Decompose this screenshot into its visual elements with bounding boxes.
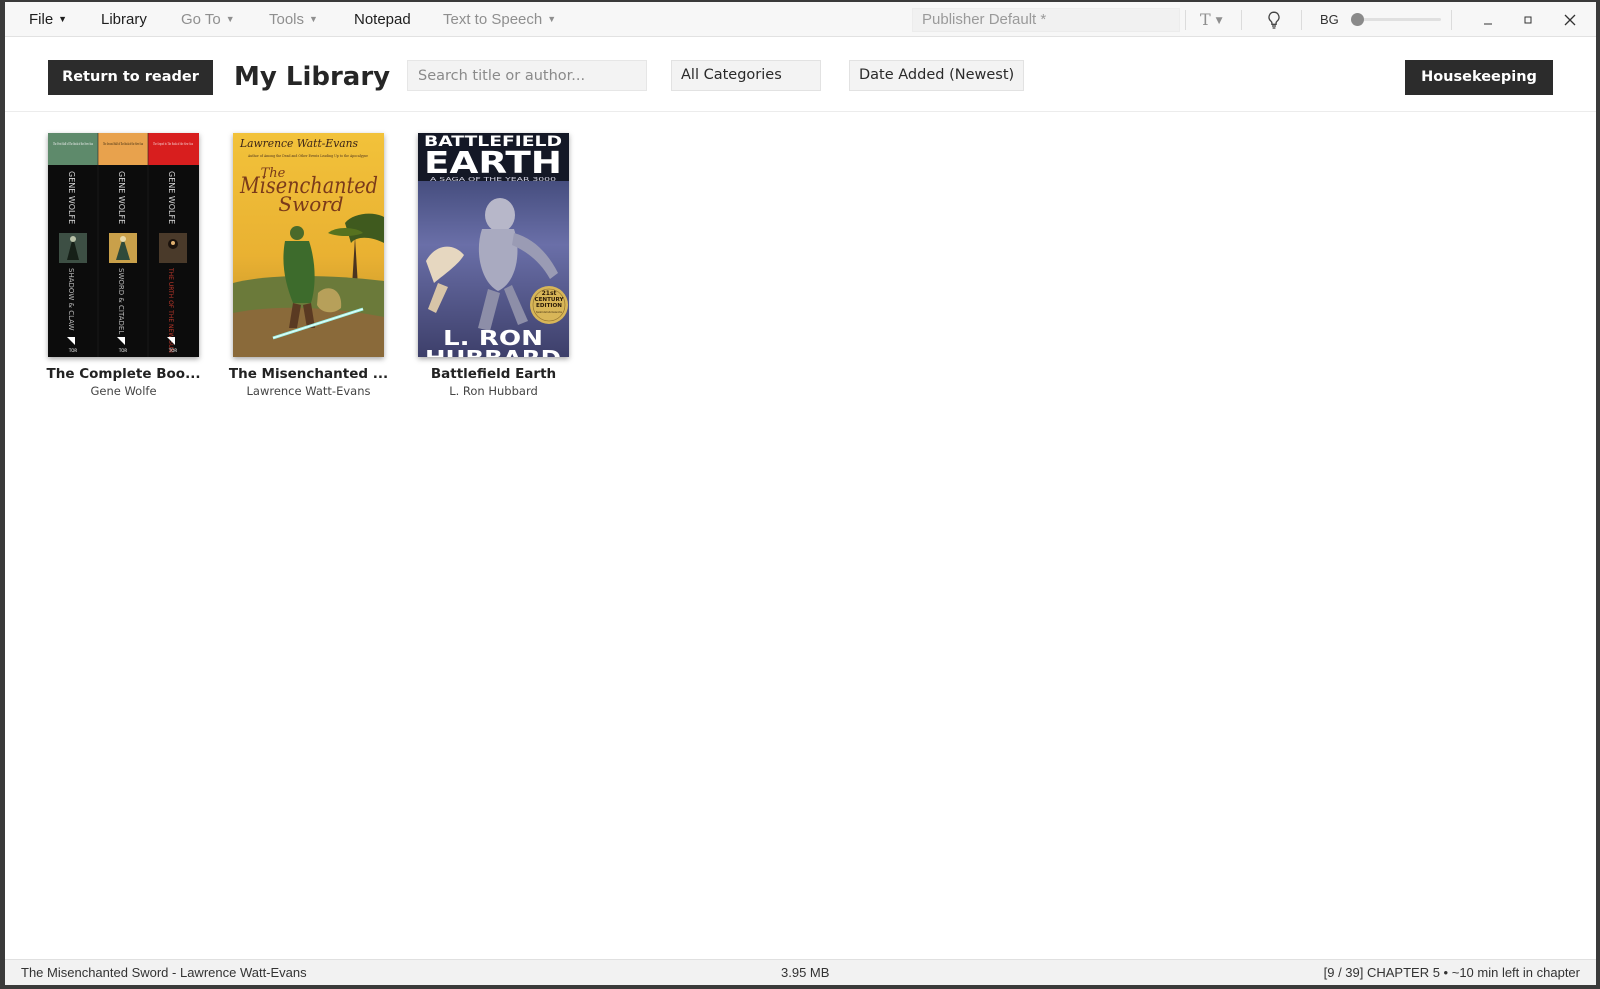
category-select[interactable]: All Categories (671, 60, 821, 91)
badge-note: Expanded Content Author Interview Archiv… (536, 310, 562, 314)
caret-down-icon: ▼ (547, 14, 557, 24)
divider (1451, 10, 1452, 30)
badge-text: EDITION (536, 303, 562, 309)
sort-select[interactable]: Date Added (Newest) (849, 60, 1024, 91)
book-title: The Misenchanted ... (228, 366, 389, 382)
search-input[interactable] (407, 60, 647, 91)
menu-library[interactable]: Library (101, 2, 147, 37)
menu-tools-label: Tools (269, 11, 305, 28)
publisher-mark: TOR (118, 348, 128, 353)
menu-tts-label: Text to Speech (443, 11, 543, 28)
book-cover[interactable]: BATTLEFIELD EARTH A SAGA OF THE YEAR 300… (418, 133, 569, 357)
menu-file-label: File (29, 11, 54, 28)
font-icon: T (1200, 10, 1211, 29)
close-icon (1564, 14, 1576, 25)
library-toolbar: Return to reader My Library All Categori… (5, 37, 1596, 112)
cover-title: Sword (278, 192, 343, 216)
maximize-icon (1524, 16, 1532, 23)
spine-author: GENE WOLFE (67, 171, 76, 224)
app-window: File ▼ Library Go To ▼ Tools ▼ Notepad Text… (5, 2, 1596, 985)
housekeeping-button[interactable]: Housekeeping (1405, 60, 1553, 95)
cover-blurb: The First Half of The Book of the New Su… (53, 141, 93, 146)
page-title: My Library (234, 62, 391, 92)
publisher-style-select[interactable]: Publisher Default * (912, 8, 1180, 32)
caret-down-icon: ▼ (1215, 16, 1223, 26)
book-title: The Complete Boo... (46, 366, 201, 382)
status-file-size: 3.95 MB (781, 965, 830, 980)
menu-notepad[interactable]: Notepad (354, 2, 411, 37)
menu-tools[interactable]: Tools ▼ (269, 2, 318, 37)
spine-title: SHADOW & CLAW (67, 268, 75, 331)
spine-title: SWORD & CITADEL (117, 268, 125, 334)
menu-bar: File ▼ Library Go To ▼ Tools ▼ Notepad Text… (5, 2, 1596, 37)
divider (1241, 10, 1242, 30)
divider (1301, 10, 1302, 30)
divider (1185, 10, 1186, 30)
bg-slider-track[interactable] (1353, 18, 1441, 21)
caret-down-icon: ▼ (225, 14, 235, 24)
menu-text-to-speech[interactable]: Text to Speech ▼ (443, 2, 556, 37)
cover-blurb: Author of Among the Dead and Other Event… (247, 154, 368, 158)
caret-down-icon: ▼ (58, 14, 68, 24)
minimize-icon (1484, 23, 1492, 24)
cover-blurb: The Second Half of The Book of the New S… (103, 141, 143, 146)
font-settings-button[interactable]: T ▼ (1200, 2, 1223, 37)
bg-label: BG (1320, 12, 1339, 27)
cover-subtitle: A SAGA OF THE YEAR 3000 (430, 177, 556, 183)
badge-text: 21st (542, 290, 557, 297)
cover-title: EARTH (424, 146, 562, 181)
spine-author: GENE WOLFE (117, 171, 126, 224)
publisher-mark: TOR (168, 348, 178, 353)
menu-goto[interactable]: Go To ▼ (181, 2, 235, 37)
maximize-button[interactable] (1508, 2, 1548, 37)
minimize-button[interactable] (1468, 2, 1508, 37)
cover-author: Lawrence Watt-Evans (239, 137, 358, 150)
cover-blurb: The Sequel to The Book of the New Sun (153, 141, 193, 146)
close-button[interactable] (1550, 2, 1590, 37)
book-cover[interactable]: The First Half of The Book of the New Su… (48, 133, 199, 357)
spine-author: GENE WOLFE (167, 171, 176, 224)
publisher-mark: TOR (68, 348, 78, 353)
menu-file[interactable]: File ▼ (29, 2, 67, 37)
bg-slider-handle[interactable] (1351, 13, 1364, 26)
book-author: L. Ron Hubbard (449, 384, 538, 398)
book-author: Gene Wolfe (90, 384, 157, 398)
menu-goto-label: Go To (181, 11, 221, 28)
lightbulb-icon[interactable] (1267, 11, 1281, 29)
status-bar: The Misenchanted Sword - Lawrence Watt-E… (5, 959, 1596, 985)
status-current-book: The Misenchanted Sword - Lawrence Watt-E… (21, 965, 307, 980)
status-progress: [9 / 39] CHAPTER 5 • ~10 min left in cha… (1323, 965, 1580, 980)
caret-down-icon: ▼ (309, 14, 318, 24)
book-author: Lawrence Watt-Evans (246, 384, 371, 398)
cover-author: HUBBARD (425, 346, 561, 357)
book-cover[interactable]: Lawrence Watt-Evans Author of Among the … (233, 133, 384, 357)
book-title: Battlefield Earth (430, 366, 557, 382)
return-to-reader-button[interactable]: Return to reader (48, 60, 213, 95)
